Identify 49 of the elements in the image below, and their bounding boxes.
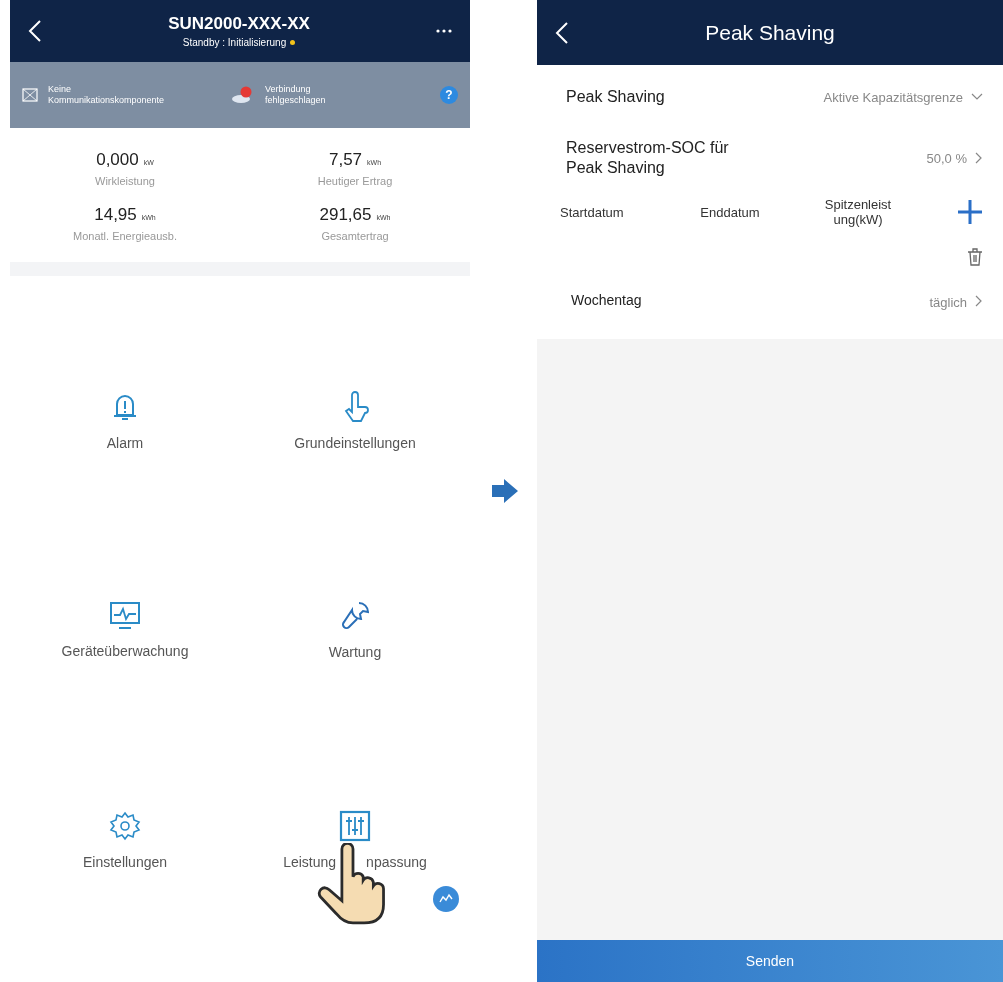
menu-label: Alarm — [106, 434, 144, 451]
reserve-row[interactable]: Reservestrom-SOC für Peak Shaving 50,0 % — [537, 129, 1003, 187]
back-icon[interactable] — [28, 19, 42, 43]
add-icon[interactable] — [957, 199, 983, 225]
stat-value: 0,000 — [96, 150, 139, 170]
stat-value: 291,65 — [319, 205, 372, 225]
chevron-right-icon — [975, 295, 983, 307]
status-text: Keine Kommunikationskomponente — [48, 84, 166, 106]
menu-label: Wartung — [328, 644, 382, 661]
stat-label: Gesamtertrag — [321, 230, 389, 242]
device-status: Standby : Initialisierung — [182, 37, 287, 48]
chevron-down-icon — [971, 93, 983, 101]
stat-label: Wirkleistung — [95, 175, 155, 187]
stat-label: Heutiger Ertrag — [317, 175, 393, 187]
column-header: Spitzenleist ung(kW) — [823, 197, 893, 227]
chart-button-icon[interactable] — [433, 886, 459, 912]
card-icon — [22, 87, 38, 103]
help-icon[interactable]: ? — [440, 86, 458, 104]
stat-value: 7,57 — [328, 150, 363, 170]
setting-label: Wochentag — [571, 292, 643, 308]
status-text: Verbindung fehlgeschlagen — [265, 84, 327, 106]
menu-label: Einstellungen — [82, 854, 168, 871]
setting-label: Peak Shaving — [566, 88, 666, 106]
stat-label: Monatl. Energieausb. — [73, 230, 177, 242]
device-title: SUN2000-XXX-XX — [168, 14, 310, 34]
column-header: Startdatum — [560, 204, 625, 220]
arrow-icon — [489, 479, 518, 503]
menu-label: npassung — [366, 854, 427, 871]
mode-row[interactable]: Peak Shaving Aktive Kapazitätsgrenze — [537, 65, 1003, 129]
weekday-row[interactable]: Wochentag täglich — [537, 277, 1003, 339]
menu-label: Geräteüberwachung — [61, 643, 189, 660]
setting-value: täglich — [929, 295, 967, 310]
monitor-icon — [109, 601, 141, 632]
send-button[interactable]: Senden — [537, 940, 1003, 982]
setting-value: Aktive Kapazitätsgrenze — [823, 89, 963, 105]
trash-icon[interactable] — [967, 248, 983, 266]
sliders-icon — [339, 810, 371, 843]
setting-value: 50,0 % — [926, 150, 967, 166]
column-header: Enddatum — [699, 204, 761, 220]
more-icon[interactable] — [436, 29, 452, 33]
screen-title: Peak Shaving — [704, 20, 836, 45]
chevron-right-icon — [975, 152, 983, 164]
menu-label: Grundeinstellungen — [294, 434, 416, 451]
back-icon[interactable] — [555, 20, 569, 45]
setting-label: Reservestrom-SOC für Peak Shaving — [566, 138, 730, 178]
settings-icon — [109, 810, 141, 843]
status-dot-icon — [290, 40, 296, 45]
stat-value: 14,95 — [94, 205, 137, 225]
menu-label: Leistung — [283, 854, 337, 871]
